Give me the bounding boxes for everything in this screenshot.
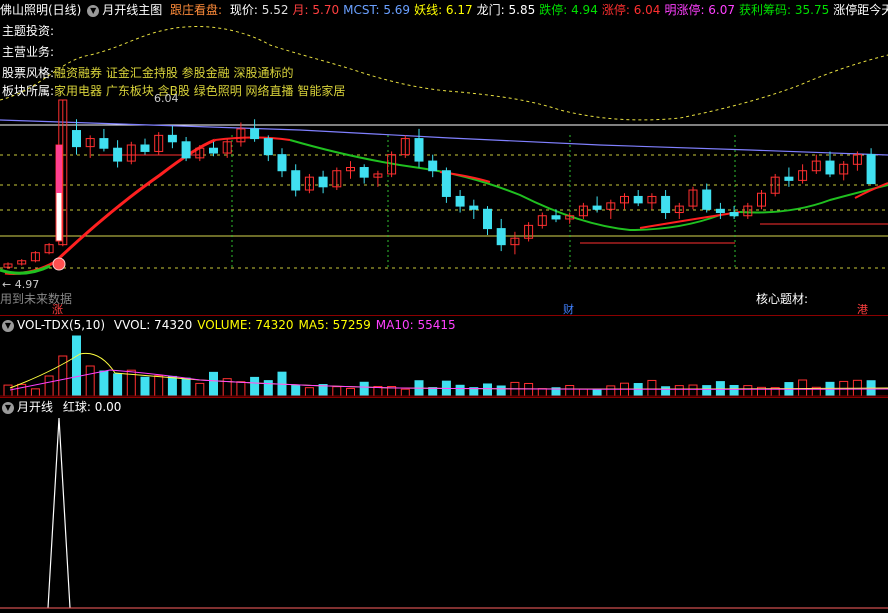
volume-bar bbox=[209, 371, 218, 397]
volume-bar bbox=[647, 379, 657, 397]
candle-body bbox=[414, 138, 424, 162]
volume-bar bbox=[332, 386, 342, 397]
core-theme-label: 核心题材: bbox=[756, 292, 809, 306]
panel-separator bbox=[0, 315, 888, 316]
volume-bar bbox=[72, 335, 81, 397]
candlestick-chart[interactable] bbox=[0, 0, 888, 300]
candle-body bbox=[441, 170, 451, 197]
volume-bar bbox=[496, 385, 506, 397]
candle-body bbox=[496, 228, 506, 246]
candle-body bbox=[866, 154, 876, 185]
volume-bar bbox=[236, 381, 246, 397]
volume-bar bbox=[140, 376, 150, 397]
panel-separator-2 bbox=[0, 397, 888, 398]
high-price-label: 6.04 bbox=[154, 92, 179, 105]
volume-bar bbox=[30, 388, 40, 397]
candle-body bbox=[483, 208, 492, 230]
candle-body bbox=[291, 170, 301, 191]
candle-body bbox=[455, 195, 465, 207]
volume-bar bbox=[250, 376, 260, 397]
candle-body bbox=[318, 176, 328, 188]
volume-bar bbox=[798, 379, 808, 397]
volume-bar bbox=[578, 388, 588, 397]
candle-body bbox=[729, 212, 739, 217]
candle-body bbox=[784, 176, 794, 181]
candle-body bbox=[140, 144, 150, 152]
red-ball-indicator bbox=[0, 417, 888, 609]
volume-bar bbox=[263, 380, 273, 397]
candle-body bbox=[825, 160, 835, 175]
volume-bar bbox=[195, 382, 205, 397]
candle-body bbox=[277, 154, 287, 172]
volume-bar bbox=[44, 375, 54, 397]
volume-bar bbox=[483, 383, 492, 397]
volume-bar bbox=[729, 384, 739, 397]
candle-body bbox=[113, 147, 123, 162]
volume-bar bbox=[291, 385, 301, 397]
volume-bars bbox=[0, 335, 888, 397]
candle-body bbox=[167, 134, 177, 143]
candle-body bbox=[428, 160, 438, 172]
volume-bar bbox=[359, 381, 369, 397]
sub-indicator-name[interactable]: 月开线 bbox=[17, 400, 53, 414]
volume-bar bbox=[688, 384, 698, 397]
volume-bar bbox=[524, 382, 534, 397]
volume-bar bbox=[154, 375, 164, 397]
candle-body bbox=[99, 138, 109, 149]
red-ball-spike bbox=[47, 417, 71, 609]
volume-bar bbox=[17, 383, 27, 397]
candle-body bbox=[250, 128, 260, 140]
volume-bar bbox=[674, 385, 684, 397]
candle-body bbox=[263, 138, 273, 156]
month-line-red-rise bbox=[4, 138, 216, 275]
volume-bar bbox=[85, 365, 95, 397]
red-ball-value: 0.00 bbox=[94, 400, 122, 414]
volume-bar bbox=[181, 377, 191, 397]
volume-bar bbox=[99, 370, 109, 397]
candle-body bbox=[551, 215, 561, 220]
candle-body bbox=[469, 205, 479, 210]
volume-bar bbox=[167, 375, 177, 397]
candle-body bbox=[702, 189, 712, 210]
volume-bar bbox=[455, 384, 465, 397]
month-line-red-end bbox=[854, 182, 888, 199]
candle-body bbox=[592, 205, 602, 210]
volume-bar bbox=[400, 388, 410, 397]
candle-body bbox=[181, 141, 191, 159]
volume-bar bbox=[3, 384, 13, 397]
volume-bar bbox=[428, 387, 438, 397]
volume-bar bbox=[592, 389, 602, 397]
candle-body bbox=[359, 167, 369, 178]
sub-indicator-dropdown-icon[interactable]: ▼ bbox=[2, 401, 14, 414]
volume-bar bbox=[113, 373, 123, 397]
month-line-green-end bbox=[739, 184, 888, 214]
limit-up-candle-top bbox=[56, 145, 62, 193]
candle-body bbox=[661, 195, 671, 214]
volume-bar bbox=[565, 384, 575, 397]
volume-bar bbox=[702, 385, 712, 397]
volume-bar bbox=[606, 385, 616, 397]
red-ball-marker bbox=[52, 257, 66, 271]
volume-bar bbox=[304, 387, 314, 397]
demon-line bbox=[0, 26, 888, 121]
candle-body bbox=[72, 130, 81, 148]
candle-body bbox=[633, 195, 643, 204]
candle-body bbox=[715, 208, 725, 214]
volume-bar bbox=[743, 385, 753, 397]
month-line-red-mid2 bbox=[639, 211, 741, 229]
candle-body bbox=[209, 147, 218, 154]
volume-bar bbox=[661, 386, 671, 397]
volume-bar bbox=[537, 388, 547, 397]
red-ball-label: 红球: bbox=[62, 400, 91, 414]
volume-bar bbox=[346, 387, 355, 397]
